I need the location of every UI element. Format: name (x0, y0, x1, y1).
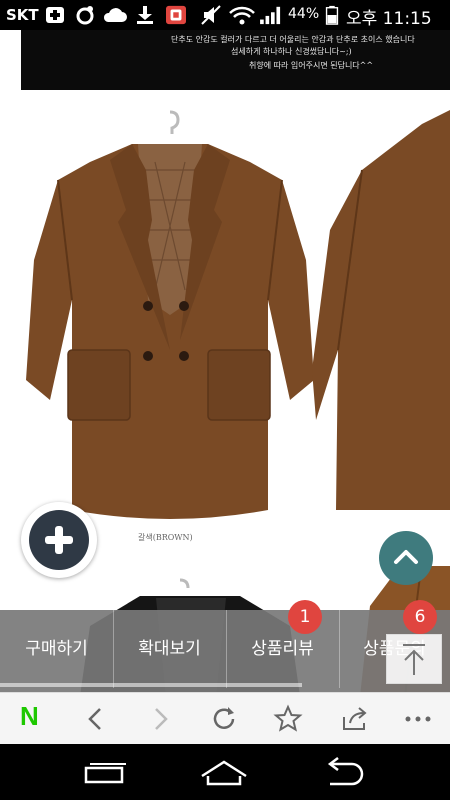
battery-percent: 44% (288, 6, 320, 22)
system-navigation-bar (0, 744, 450, 800)
scroll-up-button[interactable] (379, 531, 433, 585)
status-bar: SKT 44% 오후 11:15 (0, 0, 450, 30)
tab-zoom[interactable]: 확대보기 (113, 610, 227, 688)
product-page: 단추도 안감도 컬러가 다르고 더 어울리는 안감과 단추로 초이스 했습니다 … (0, 30, 450, 692)
plus-icon (45, 526, 73, 554)
review-count-badge: 1 (288, 600, 322, 634)
qna-count-badge: 6 (403, 600, 437, 634)
naver-logo-icon[interactable]: N (12, 699, 52, 739)
back-nav-icon[interactable] (314, 754, 374, 790)
wifi-icon (229, 6, 255, 25)
add-icon (46, 7, 64, 23)
back-icon[interactable] (76, 699, 116, 739)
tab-scroll-indicator (0, 683, 302, 687)
tab-review[interactable]: 상품리뷰 (226, 610, 340, 688)
add-floating-button[interactable] (21, 502, 97, 578)
share-icon[interactable] (334, 699, 374, 739)
recent-apps-icon[interactable] (74, 754, 134, 790)
notice-line: 섬세하게 하나하나 신경썼답니다~;) (231, 47, 352, 56)
bookmark-star-icon[interactable] (268, 699, 308, 739)
notice-line: 취향에 따라 입어주시면 된답니다^^ (249, 61, 374, 70)
notice-line: 단추도 안감도 컬러가 다르고 더 어울리는 안감과 단추로 초이스 했습니다 (171, 35, 415, 44)
more-icon[interactable] (398, 699, 438, 739)
refresh-icon[interactable] (204, 699, 244, 739)
signal-icon (260, 6, 281, 25)
home-icon[interactable] (194, 754, 254, 790)
mute-icon (201, 5, 221, 25)
app-notification-icon (166, 5, 186, 25)
clock: 오후 11:15 (346, 9, 432, 29)
battery-icon (325, 5, 339, 25)
product-image-brown-coat[interactable] (20, 110, 320, 530)
product-action-bar: 구매하기 확대보기 상품리뷰 상품문의 (0, 610, 450, 692)
color-caption: 갈색(BROWN) (138, 533, 193, 542)
tab-zoom-label: 확대보기 (138, 639, 201, 659)
carrier-label: SKT (6, 6, 39, 24)
cloud-icon (103, 8, 127, 22)
tab-buy[interactable]: 구매하기 (0, 610, 114, 688)
product-notice-banner: 단추도 안감도 컬러가 다르고 더 어울리는 안감과 단추로 초이스 했습니다 … (21, 30, 450, 90)
browser-toolbar: N (0, 692, 450, 745)
chevron-up-icon (394, 550, 418, 564)
arrow-to-top-icon (403, 644, 425, 675)
tab-buy-label: 구매하기 (25, 639, 88, 659)
product-image-brown-coat-side[interactable] (312, 110, 450, 510)
forward-icon[interactable] (140, 699, 180, 739)
scroll-to-top-button[interactable] (386, 634, 442, 684)
download-icon (137, 6, 153, 24)
location-icon (76, 6, 94, 25)
